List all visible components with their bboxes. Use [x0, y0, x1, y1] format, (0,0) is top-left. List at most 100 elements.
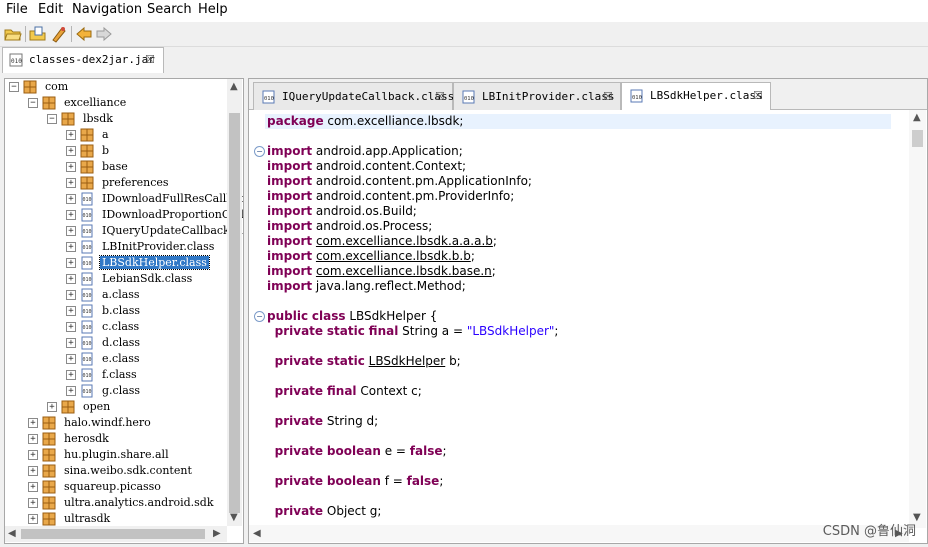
tree-item-label: ultrasdk	[64, 512, 111, 525]
code-keyword: private	[274, 384, 324, 398]
package-icon	[42, 448, 56, 462]
expand-icon[interactable]: +	[66, 194, 76, 204]
expand-icon[interactable]: +	[66, 274, 76, 284]
scroll-left-icon[interactable]: ◀	[8, 528, 16, 539]
code-reference: LBSdkHelper	[368, 354, 446, 368]
code-text: android.content.Context;	[312, 159, 467, 173]
expand-icon[interactable]: +	[66, 162, 76, 172]
code-line: import com.excelliance.lbsdk.a.a.a.b;	[267, 234, 497, 249]
code-text: java.lang.reflect.Method;	[312, 279, 466, 293]
expand-icon[interactable]: +	[28, 466, 38, 476]
code-line: import java.lang.reflect.Method;	[267, 279, 466, 294]
tree-item-label: d.class	[102, 336, 141, 349]
code-text: ;	[491, 264, 496, 278]
expand-icon[interactable]: +	[66, 226, 76, 236]
code-area[interactable]: package com.excelliance.lbsdk; − import an…	[249, 110, 909, 528]
code-text: com.excelliance.lbsdk;	[323, 114, 464, 128]
tab-lbsdkhelper[interactable]: 010 LBSdkHelper.class ☒	[621, 82, 771, 111]
expand-icon[interactable]: +	[66, 338, 76, 348]
expand-icon[interactable]: +	[66, 242, 76, 252]
code-keyword: private	[274, 444, 324, 458]
expand-icon[interactable]: +	[66, 258, 76, 268]
tree-item-label: preferences	[102, 176, 169, 189]
scroll-left-icon[interactable]: ◀	[253, 528, 261, 539]
collapse-icon[interactable]: −	[47, 114, 57, 124]
outer-tab-bar: 010 classes-dex2jar.jar ☒	[0, 47, 928, 73]
expand-icon[interactable]: +	[28, 450, 38, 460]
expand-icon[interactable]: +	[28, 418, 38, 428]
sync-icon[interactable]	[50, 25, 68, 43]
tab-lbinitprovider[interactable]: 010 LBInitProvider.class ☒	[453, 82, 621, 110]
collapse-icon[interactable]: −	[9, 82, 19, 92]
code-keyword: import	[267, 234, 313, 248]
tree-horizontal-scrollbar[interactable]: ◀ ▶	[5, 526, 227, 542]
expand-icon[interactable]: +	[66, 178, 76, 188]
scroll-up-icon[interactable]: ▲	[913, 112, 921, 123]
jar-file-icon: 010	[9, 53, 23, 67]
code-keyword: class	[311, 309, 346, 323]
code-text: android.app.Application;	[312, 144, 463, 158]
collapse-icon[interactable]: −	[28, 98, 38, 108]
menu-edit[interactable]: Edit	[38, 2, 63, 17]
menu-help[interactable]: Help	[198, 2, 228, 17]
code-string: "LBSdkHelper"	[466, 324, 555, 338]
class-file-icon: 010	[462, 90, 475, 104]
tree-item-label: open	[83, 400, 111, 413]
menu-file[interactable]: File	[6, 2, 28, 17]
code-keyword: private	[274, 504, 324, 518]
tree-item-label: IDownloadProportionCallback.class	[102, 208, 244, 221]
code-text: b;	[445, 354, 461, 368]
open-folder-icon[interactable]	[4, 25, 22, 43]
scroll-down-icon[interactable]: ▼	[230, 512, 238, 523]
forward-icon[interactable]	[95, 25, 113, 43]
expand-icon[interactable]: +	[28, 514, 38, 524]
watermark: CSDN @鲁仙洞	[822, 524, 916, 539]
scroll-right-icon[interactable]: ▶	[213, 528, 221, 539]
tab-jar-file[interactable]: 010 classes-dex2jar.jar ☒	[2, 47, 164, 73]
class-file-icon: 010	[81, 272, 93, 286]
expand-icon[interactable]: +	[28, 498, 38, 508]
expand-icon[interactable]: +	[47, 402, 57, 412]
expand-icon[interactable]: +	[66, 322, 76, 332]
scroll-up-icon[interactable]: ▲	[230, 81, 238, 92]
tree-hscroll-thumb[interactable]	[21, 529, 205, 539]
close-icon[interactable]: ☒	[145, 53, 155, 66]
expand-icon[interactable]: +	[66, 290, 76, 300]
expand-icon[interactable]: +	[66, 386, 76, 396]
close-icon[interactable]: ☒	[435, 90, 445, 103]
class-file-icon: 010	[81, 320, 93, 334]
editor-scroll-thumb[interactable]	[912, 130, 923, 147]
tab-iqueryupdatecallback[interactable]: 010 IQueryUpdateCallback.class ☒	[253, 82, 454, 110]
fold-toggle-icon[interactable]: −	[254, 311, 265, 322]
expand-icon[interactable]: +	[66, 354, 76, 364]
expand-icon[interactable]: +	[66, 306, 76, 316]
editor-vertical-scrollbar[interactable]: ▲ ▼	[909, 110, 926, 528]
back-icon[interactable]	[75, 25, 93, 43]
expand-icon[interactable]: +	[66, 370, 76, 380]
tree-scroll-thumb[interactable]	[229, 113, 240, 513]
tree-item-label: ultra.analytics.android.sdk	[64, 496, 214, 509]
menu-search[interactable]: Search	[147, 2, 192, 17]
tree-vertical-scrollbar[interactable]: ▲ ▼	[227, 79, 242, 526]
code-line: public class LBSdkHelper {	[267, 309, 437, 324]
tree-item-label: c.class	[102, 320, 140, 333]
code-text: Context c;	[356, 384, 422, 398]
expand-icon[interactable]: +	[66, 130, 76, 140]
code-keyword: public	[267, 309, 309, 323]
expand-icon[interactable]: +	[28, 482, 38, 492]
code-text: Object g;	[323, 504, 382, 518]
expand-icon[interactable]: +	[66, 146, 76, 156]
expand-icon[interactable]: +	[28, 434, 38, 444]
expand-icon[interactable]: +	[66, 210, 76, 220]
open-file-icon[interactable]	[29, 25, 47, 43]
code-keyword: import	[267, 174, 313, 188]
close-icon[interactable]: ☒	[753, 89, 763, 102]
editor-horizontal-scrollbar[interactable]: ◀ ▶	[249, 525, 909, 542]
tree-item-label: squareup.picasso	[64, 480, 161, 493]
menu-navigation[interactable]: Navigation	[72, 2, 142, 17]
close-icon[interactable]: ☒	[603, 90, 613, 103]
fold-toggle-icon[interactable]: −	[254, 146, 265, 157]
